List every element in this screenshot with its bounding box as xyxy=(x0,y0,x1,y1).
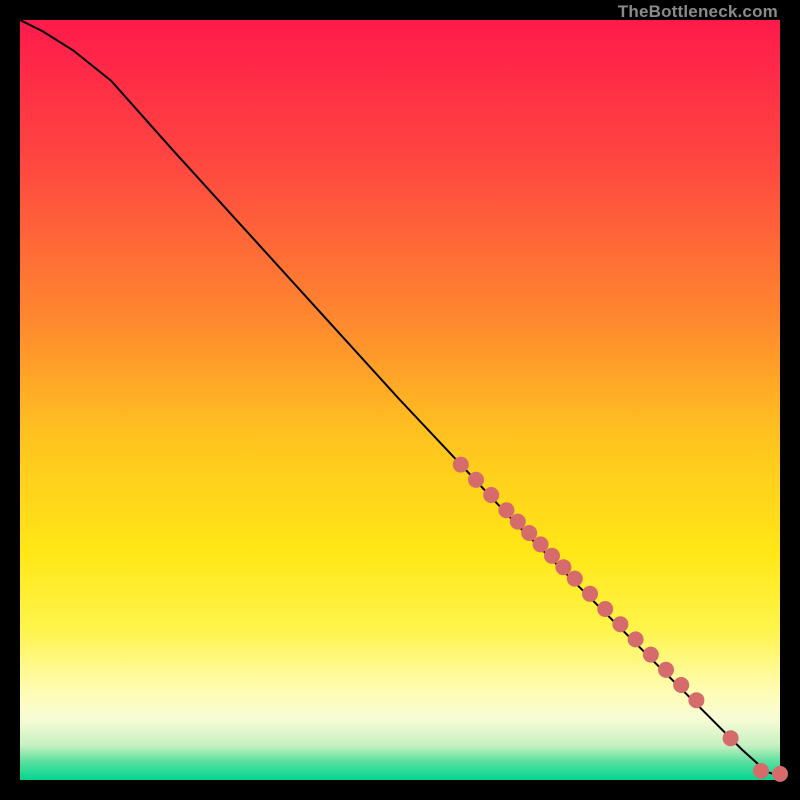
marker-point xyxy=(628,631,644,647)
marker-point xyxy=(544,548,560,564)
marker-point xyxy=(612,616,628,632)
marker-point xyxy=(673,677,689,693)
marker-point xyxy=(498,502,514,518)
chart-svg xyxy=(20,20,780,780)
marker-point xyxy=(772,766,788,782)
marker-point xyxy=(453,457,469,473)
marker-point xyxy=(521,525,537,541)
marker-point xyxy=(468,472,484,488)
watermark-text: TheBottleneck.com xyxy=(618,2,778,22)
marker-point xyxy=(688,692,704,708)
marker-point xyxy=(723,730,739,746)
marker-point xyxy=(753,763,769,779)
marker-point xyxy=(643,647,659,663)
marker-point xyxy=(582,586,598,602)
chart-stage: TheBottleneck.com xyxy=(0,0,800,800)
marker-point xyxy=(533,536,549,552)
marker-point xyxy=(483,487,499,503)
marker-point xyxy=(510,514,526,530)
marker-point xyxy=(567,571,583,587)
marker-point xyxy=(658,662,674,678)
marker-point xyxy=(597,601,613,617)
plot-area xyxy=(20,20,780,780)
marker-point xyxy=(555,559,571,575)
